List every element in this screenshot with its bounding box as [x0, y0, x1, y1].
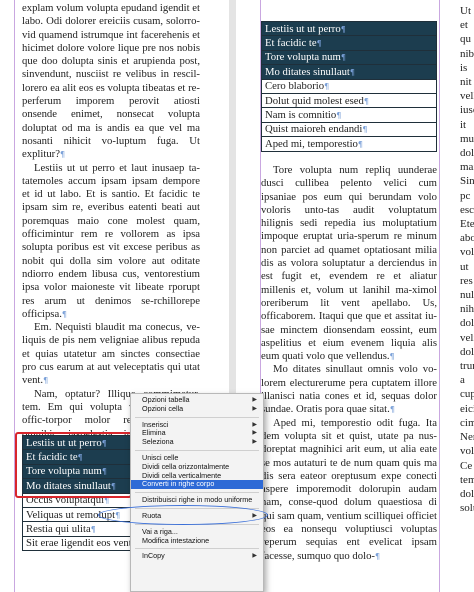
edge-text-line: it mu: [460, 118, 474, 145]
annotation-ellipse: [98, 505, 268, 525]
edge-text-line: esced: [460, 203, 474, 216]
menu-item-opzioni-cella[interactable]: Opzioni cella ▶: [131, 404, 263, 414]
cell-end-icon: ¶: [336, 111, 342, 121]
edge-text-line: nihila: [460, 303, 474, 316]
menu-separator: [135, 449, 259, 451]
edge-text-line: Ete: [460, 218, 474, 231]
submenu-arrow-icon: ▶: [252, 397, 257, 403]
edge-text-line: tem: [460, 473, 474, 486]
table-cell[interactable]: Nam is comnitio¶: [261, 107, 437, 123]
right-body-text[interactable]: Tore volupta num repliq uunderae dusci c…: [261, 164, 437, 563]
edge-text-line: dolent: [460, 345, 474, 358]
body-paragraph: Tore volupta num repliq uunderae dusci c…: [261, 164, 437, 363]
pilcrow-icon: ¶: [389, 405, 395, 415]
table-cell[interactable]: Quist maioreh endandi¶: [261, 121, 437, 138]
edge-text-line: Ut r: [460, 5, 474, 17]
menu-item-modifica-intestazione[interactable]: Modifica intestazione: [131, 536, 263, 546]
submenu-arrow-icon: ▶: [252, 439, 257, 446]
edge-text-line: maion: [460, 161, 474, 174]
left-table-selection-outline: [15, 432, 132, 498]
left-margin-guide: [14, 0, 15, 592]
menu-separator: [135, 416, 259, 418]
edge-text-line: Ce: [460, 459, 473, 472]
right-table[interactable]: Lestiis ut ut perro¶ Et facidic te¶ Tore v…: [261, 20, 437, 152]
edge-text-line: iusc: [460, 104, 474, 117]
pilcrow-icon: ¶: [374, 551, 381, 561]
cell-end-icon: ¶: [90, 525, 96, 535]
right-edge-column-text: Ut r et qunibhis nitvellaniuscit mu doluma…: [460, 4, 474, 515]
submenu-arrow-icon: ▶: [252, 421, 257, 428]
edge-text-line: et qu: [460, 19, 471, 46]
edge-text-line: eicilia: [460, 402, 474, 415]
menu-item-distribuisci-righe-in-modo-uniforme[interactable]: Distribuisci righe in modo uniforme: [131, 495, 263, 505]
table-cell[interactable]: Tore volupta num¶: [261, 49, 437, 66]
menu-item-seleziona[interactable]: Seleziona ▶: [131, 437, 263, 447]
submenu-arrow-icon: ▶: [252, 430, 257, 437]
edge-text-line: dolup: [460, 487, 474, 500]
table-context-menu[interactable]: Opzioni tabella ▶ Opzioni cella ▶ Inserisci ▶…: [130, 393, 264, 592]
edge-text-line: volupt: [460, 445, 474, 458]
table-row[interactable]: Aped mi, temporestio¶: [261, 136, 437, 152]
edge-text-line: aborer: [460, 232, 474, 245]
cell-end-icon: ¶: [362, 125, 368, 135]
table-cell[interactable]: Lestiis ut ut perro¶: [261, 20, 437, 37]
right-column-guide: [439, 0, 440, 592]
menu-item-converti-in-righe-corpo[interactable]: Converti in righe corpo: [131, 479, 263, 490]
edge-text-line: ut res: [460, 260, 473, 287]
table-row[interactable]: Quist maioreh endandi¶: [261, 121, 437, 138]
edge-text-line: vellan: [460, 90, 474, 103]
edge-text-line: nullige: [460, 289, 474, 302]
submenu-arrow-icon: ▶: [252, 553, 257, 560]
edge-text-line: nibh: [460, 47, 474, 60]
body-paragraph: Aped mi, temporestio odit fuga. Ita dem …: [261, 416, 437, 562]
pilcrow-icon: ¶: [389, 352, 395, 362]
edge-text-line: Nem: [460, 431, 474, 444]
edge-text-line: is nit: [460, 61, 472, 89]
edge-text-line: Sin pc: [460, 175, 474, 202]
menu-separator: [135, 548, 259, 550]
body-paragraph: explam volum volupta epudand igendit et …: [22, 2, 200, 161]
edge-text-line: dolupt: [460, 317, 474, 330]
table-cell[interactable]: Dolut quid molest esed¶: [261, 92, 437, 109]
cell-end-icon: ¶: [363, 96, 369, 106]
edge-text-line: trum a: [460, 360, 474, 387]
cell-end-icon: ¶: [316, 39, 322, 49]
table-row-selected[interactable]: Et facidic te¶: [261, 35, 437, 51]
edge-text-line: velisti: [460, 331, 474, 344]
menu-item-incopy[interactable]: InCopy ▶: [131, 551, 263, 561]
cell-end-icon: ¶: [340, 24, 346, 34]
table-cell[interactable]: Aped mi, temporestio¶: [261, 136, 437, 152]
edge-text-line: solupt: [460, 502, 474, 515]
pilcrow-icon: ¶: [43, 376, 49, 386]
cell-end-icon: ¶: [357, 139, 363, 149]
edge-text-line: cuptau: [460, 388, 474, 401]
edge-text-line: dolu: [460, 147, 474, 160]
table-row-selected[interactable]: Lestiis ut ut perro¶: [261, 20, 437, 37]
table-cell[interactable]: Et facidic te¶: [261, 35, 437, 51]
cell-end-icon: ¶: [340, 53, 346, 63]
table-row[interactable]: Cero blaborio¶: [261, 78, 437, 94]
right-document-page: Lestiis ut ut perro¶ Et facidic te¶ Tore v…: [236, 0, 474, 592]
body-paragraph: Mo ditates sinullaut omnis volo vo-lorem…: [261, 363, 437, 416]
table-row-selected[interactable]: Mo ditates sinullaut¶: [261, 64, 437, 80]
table-row[interactable]: Nam is comnitio¶: [261, 107, 437, 123]
table-cell[interactable]: Cero blaborio¶: [261, 78, 437, 94]
edge-text-line: cimil: [460, 416, 474, 429]
pilcrow-icon: ¶: [60, 150, 66, 160]
table-cell[interactable]: Mo ditates sinullaut¶: [261, 64, 437, 80]
cell-end-icon: ¶: [349, 67, 355, 77]
table-row[interactable]: Dolut quid molest esed¶: [261, 92, 437, 109]
pilcrow-icon: ¶: [61, 309, 67, 319]
table-row-selected[interactable]: Tore volupta num¶: [261, 49, 437, 66]
body-paragraph: Lestiis ut ut perro et laut inusaep ta-t…: [22, 161, 200, 320]
edge-text-line: volupt: [460, 246, 474, 259]
cell-end-icon: ¶: [324, 82, 330, 92]
submenu-arrow-icon: ▶: [252, 405, 257, 412]
body-paragraph: Em. Nequisti blaudit ma conecus, ve-liqu…: [22, 321, 200, 387]
menu-separator: [135, 492, 259, 494]
